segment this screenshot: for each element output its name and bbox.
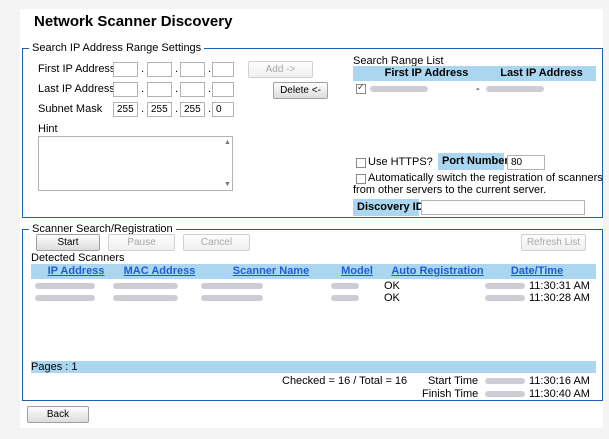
pages-bar: Pages : 1: [31, 361, 596, 373]
use-https-label: Use HTTPS?: [368, 156, 433, 168]
first-ip-octet-1[interactable]: [113, 62, 138, 77]
auto-switch-checkbox[interactable]: [356, 174, 366, 184]
port-number-label: Port Number: [442, 155, 509, 167]
dot: .: [141, 103, 145, 115]
finish-time-value: 11:30:40 AM: [529, 388, 590, 400]
first-ip-octet-3[interactable]: [180, 62, 205, 77]
last-ip-octet-4[interactable]: [212, 82, 234, 97]
scroll-up-icon[interactable]: ▲: [224, 139, 231, 146]
range-row-checkbox[interactable]: [356, 82, 366, 94]
row-ip-address: [35, 295, 95, 301]
start-button[interactable]: Start: [36, 234, 100, 251]
first-ip-label: First IP Address: [38, 63, 116, 75]
pages-label: Pages : 1: [31, 361, 78, 373]
port-label-bg: Port Number: [438, 153, 509, 170]
row-model: [331, 283, 359, 289]
auto-switch-label-2: from other servers to the current server…: [353, 184, 547, 196]
page: Network Scanner Discovery Search IP Addr…: [0, 0, 609, 439]
hint-label: Hint: [38, 123, 58, 135]
finish-time-label: Finish Time: [422, 388, 479, 400]
dot: .: [175, 63, 179, 75]
dot: .: [175, 83, 179, 95]
last-ip-octet-3[interactable]: [180, 82, 205, 97]
col-date-time[interactable]: Date/Time: [487, 265, 587, 277]
auto-switch-label: Automatically switch the registration of…: [368, 172, 603, 184]
range-last-ip: [486, 86, 544, 92]
discovery-id-label-bg: Discovery ID: [353, 199, 424, 216]
subnet-octet-3[interactable]: 255: [180, 102, 205, 117]
last-ip-octet-2[interactable]: [147, 82, 172, 97]
cancel-button[interactable]: Cancel: [183, 234, 250, 251]
hint-textarea[interactable]: ▲ ▼: [38, 136, 233, 191]
detected-scanners-label: Detected Scanners: [31, 252, 125, 264]
use-https-checkbox[interactable]: [356, 158, 366, 168]
row-time: 11:30:28 AM: [529, 292, 590, 304]
search-range-header: First IP Address Last IP Address: [353, 66, 596, 81]
range-settings-legend: Search IP Address Range Settings: [32, 42, 202, 54]
scanners-table-header: IP Address MAC Address Scanner Name Mode…: [31, 264, 596, 279]
start-time-value: 11:30:16 AM: [529, 375, 590, 387]
col-mac-address[interactable]: MAC Address: [117, 265, 202, 277]
pause-button[interactable]: Pause: [108, 234, 175, 251]
checked-total: Checked = 16 / Total = 16: [282, 375, 408, 387]
discovery-id-label: Discovery ID: [357, 201, 424, 213]
row-scanner-name: [201, 283, 263, 289]
row-time: 11:30:31 AM: [529, 280, 590, 292]
subnet-octet-2[interactable]: 255: [147, 102, 172, 117]
row-ip-address: [35, 283, 95, 289]
refresh-list-button[interactable]: Refresh List: [521, 234, 586, 251]
range-first-ip: [370, 86, 428, 92]
row-model: [331, 295, 359, 301]
subnet-octet-1[interactable]: 255: [113, 102, 138, 117]
discovery-id-input[interactable]: [421, 200, 585, 215]
subnet-mask-label: Subnet Mask: [38, 103, 103, 115]
row-auto-registration: OK: [384, 280, 400, 292]
col-first-ip: First IP Address: [384, 67, 469, 79]
dot: .: [208, 63, 212, 75]
col-ip-address[interactable]: IP Address: [41, 265, 111, 277]
dot: .: [175, 103, 179, 115]
first-ip-octet-2[interactable]: [147, 62, 172, 77]
delete-button[interactable]: Delete <-: [273, 82, 328, 99]
row-mac-address: [113, 283, 178, 289]
row-date: [485, 283, 525, 289]
dot: .: [208, 83, 212, 95]
row-auto-registration: OK: [384, 292, 400, 304]
finish-date: [485, 391, 525, 397]
last-ip-label: Last IP Address: [38, 83, 115, 95]
col-scanner-name[interactable]: Scanner Name: [221, 265, 321, 277]
scroll-down-icon[interactable]: ▼: [224, 181, 231, 188]
col-last-ip: Last IP Address: [500, 67, 583, 79]
range-separator: -: [476, 83, 480, 95]
subnet-octet-4[interactable]: 0: [212, 102, 234, 117]
title-bar: Network Scanner Discovery: [20, 9, 603, 32]
back-button[interactable]: Back: [27, 406, 89, 423]
page-title: Network Scanner Discovery: [34, 13, 233, 30]
last-ip-octet-1[interactable]: [113, 82, 138, 97]
add-button[interactable]: Add ->: [248, 61, 313, 78]
start-time-label: Start Time: [428, 375, 479, 387]
row-scanner-name: [201, 295, 263, 301]
dot: .: [141, 63, 145, 75]
col-auto-registration[interactable]: Auto Registration: [385, 265, 490, 277]
col-model[interactable]: Model: [337, 265, 377, 277]
row-mac-address: [113, 295, 178, 301]
first-ip-octet-4[interactable]: [212, 62, 234, 77]
start-date: [485, 378, 525, 384]
port-number-input[interactable]: 80: [507, 155, 545, 170]
dot: .: [141, 83, 145, 95]
dot: .: [208, 103, 212, 115]
row-date: [485, 295, 525, 301]
